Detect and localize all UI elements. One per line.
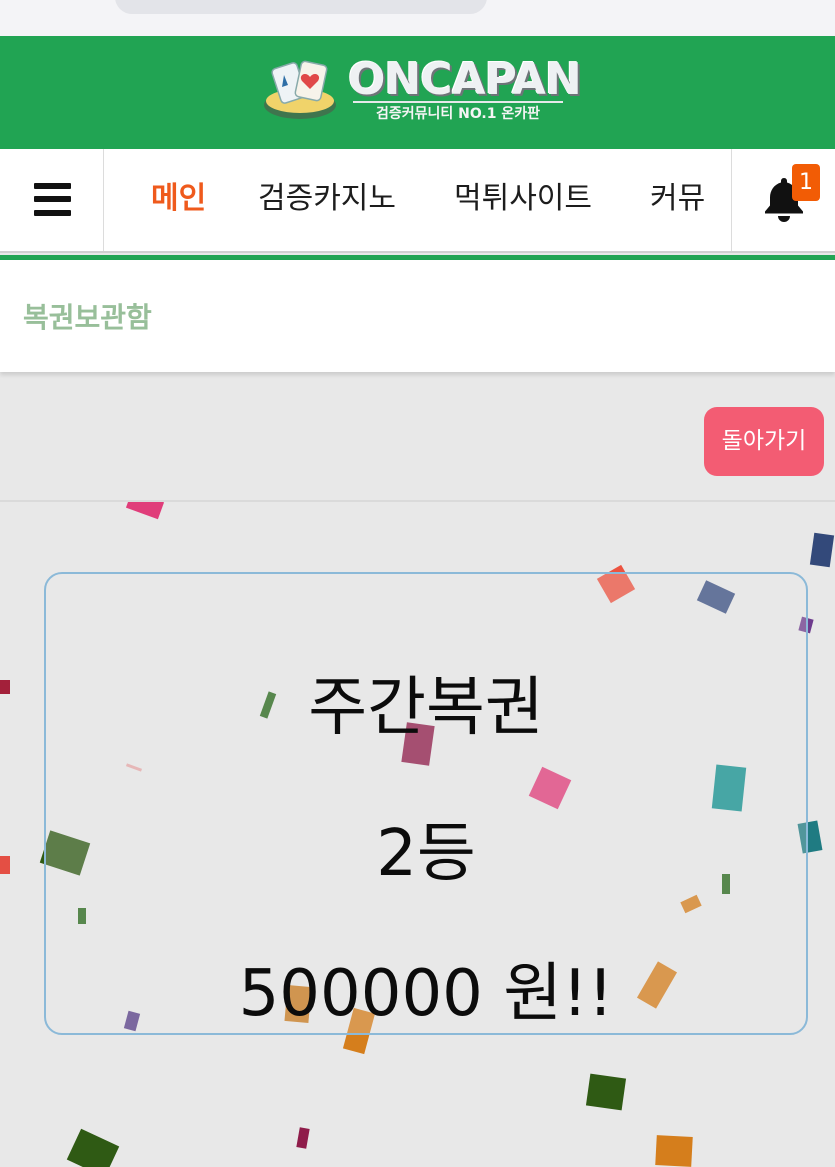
logo-tagline: 검증커뮤니티 NO.1 온카판 — [353, 101, 563, 124]
nav-item-main[interactable]: 메인 — [151, 149, 206, 251]
confetti-piece — [125, 502, 165, 520]
cards-logo-icon[interactable] — [262, 55, 340, 125]
hamburger-menu-button[interactable] — [0, 149, 104, 251]
nav-item-verified-casino[interactable]: 검증카지노 — [258, 149, 396, 251]
nav-item-community[interactable]: 커뮤 — [650, 149, 705, 251]
confetti-piece — [66, 1128, 120, 1167]
back-button[interactable]: 돌아가기 — [704, 407, 824, 476]
confetti-piece — [809, 532, 835, 568]
nav-item-scam-sites[interactable]: 먹튀사이트 — [454, 149, 592, 251]
address-bar[interactable] — [115, 0, 487, 14]
lottery-prize: 500000 원!! — [238, 957, 614, 1031]
confetti-piece — [0, 856, 10, 874]
hamburger-line — [34, 196, 71, 202]
browser-top-bar — [0, 0, 835, 36]
lottery-result-card: 주간복권 2등 500000 원!! — [44, 572, 808, 1035]
lottery-name: 주간복권 — [308, 671, 544, 745]
confetti-piece — [585, 1073, 627, 1111]
notification-count-badge: 1 — [792, 164, 820, 201]
page-title: 복권보관함 — [23, 301, 152, 334]
confetti-piece — [655, 1135, 693, 1167]
confetti-piece — [296, 1127, 310, 1149]
notification-button[interactable]: 1 — [731, 149, 835, 251]
hamburger-line — [34, 183, 71, 189]
main-nav: 메인 검증카지노 먹튀사이트 커뮤 1 — [0, 149, 835, 253]
hamburger-line — [34, 210, 71, 216]
confetti-piece — [0, 680, 10, 694]
lottery-rank: 2등 — [376, 817, 476, 891]
logo-text[interactable]: ONCAPAN — [348, 54, 582, 105]
page-header: 복권보관함 — [0, 260, 835, 372]
